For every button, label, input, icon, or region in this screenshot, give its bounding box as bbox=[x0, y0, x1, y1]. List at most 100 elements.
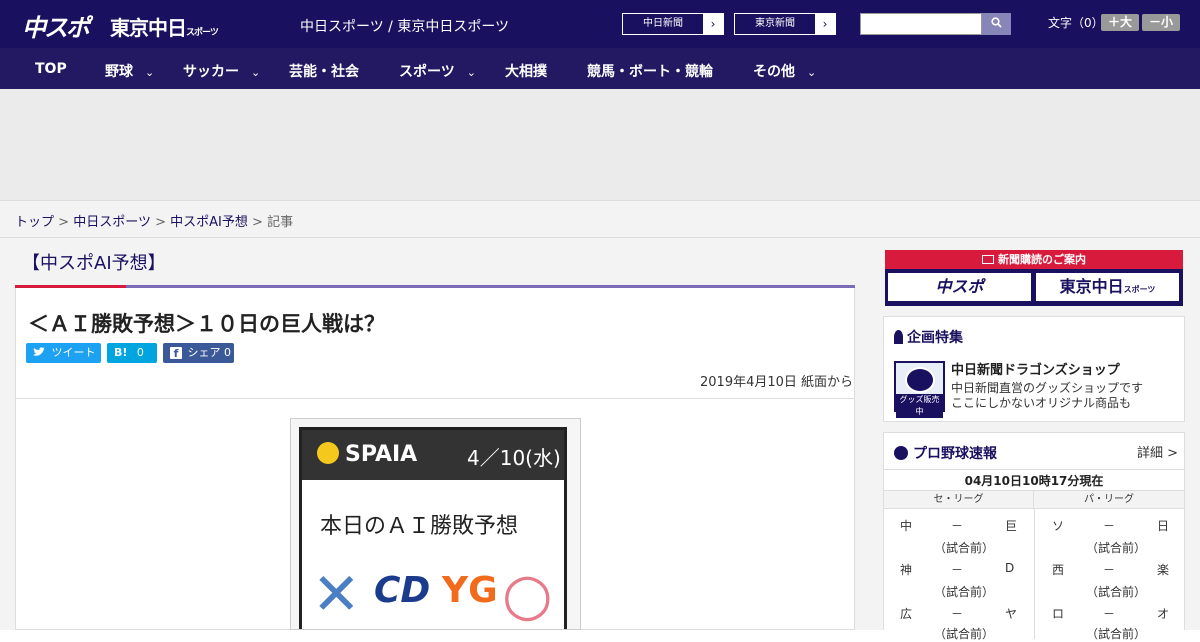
mascot-icon bbox=[904, 367, 935, 393]
dragons-shop-image[interactable]: グッズ販売中 bbox=[894, 361, 945, 418]
lose-mark-icon: ✕ bbox=[312, 560, 361, 628]
font-bigger-button[interactable]: ＋大 bbox=[1101, 14, 1139, 31]
shop-desc-line1: 中日新聞直営のグッズショップです bbox=[951, 381, 1144, 395]
chevron-right-icon: › bbox=[822, 17, 828, 31]
score-away: 巨 bbox=[1005, 519, 1018, 533]
spaia-brand: SPAIA bbox=[345, 442, 418, 467]
score-away: 日 bbox=[1157, 519, 1170, 533]
feature-heading-label: 企画特集 bbox=[907, 330, 963, 346]
nav-item-sports[interactable]: スポーツ ⌄ bbox=[399, 61, 476, 81]
subscribe-chuspo[interactable]: 中スポ bbox=[888, 273, 1031, 301]
score-away: D bbox=[1005, 561, 1015, 575]
nav-item-soccer[interactable]: サッカー ⌄ bbox=[183, 61, 260, 81]
feature-heading: 企画特集 bbox=[894, 327, 963, 347]
chuspo-logo[interactable]: 中スポ bbox=[22, 8, 90, 43]
shop-title[interactable]: 中日新聞ドラゴンズショップ bbox=[951, 359, 1120, 378]
nav-label: 競馬・ボート・競輪 bbox=[587, 64, 713, 80]
score-status: （試合前） bbox=[934, 541, 995, 555]
score-home: 西 bbox=[1052, 563, 1065, 577]
font-smaller-button[interactable]: －小 bbox=[1142, 14, 1180, 31]
nav-item-top[interactable]: TOP bbox=[35, 61, 67, 77]
breadcrumb: トップ > 中日スポーツ > 中スポAI予想 > 記事 bbox=[0, 200, 1200, 238]
chunichi-shimbun-button[interactable]: 中日新聞 › bbox=[622, 13, 724, 35]
tweet-button[interactable]: ツイート bbox=[26, 343, 101, 363]
breadcrumb-chunichi-sports[interactable]: 中日スポーツ bbox=[73, 215, 151, 230]
facebook-icon: f bbox=[170, 347, 182, 360]
score-home: ソ bbox=[1052, 519, 1065, 533]
score-status: （試合前） bbox=[1086, 585, 1147, 599]
site-links[interactable]: 中日スポーツ / 東京中日スポーツ bbox=[300, 16, 509, 36]
hatena-icon: B! bbox=[114, 346, 128, 359]
scores-heading: プロ野球速報 bbox=[894, 443, 997, 463]
section-accent-red bbox=[15, 285, 126, 288]
chevron-right-icon: › bbox=[710, 17, 716, 31]
breadcrumb-separator: > bbox=[155, 215, 166, 230]
breadcrumb-ai-prediction[interactable]: 中スポAI予想 bbox=[170, 215, 248, 230]
tweet-label: ツイート bbox=[51, 346, 96, 359]
article-divider bbox=[16, 398, 854, 399]
ad-area bbox=[0, 89, 1200, 200]
score-sep: － bbox=[1103, 607, 1116, 621]
nav-item-other[interactable]: その他 ⌄ bbox=[753, 61, 816, 81]
facebook-share-button[interactable]: f シェア 0 bbox=[163, 343, 234, 363]
tokyo-logo-text: 東京中日 bbox=[110, 16, 187, 40]
article-image[interactable]: SPAIA 4／10(水) 本日のＡＩ勝敗予想 ✕ CD YG ○ bbox=[290, 418, 581, 630]
twitter-bird-icon bbox=[33, 347, 45, 356]
baseball-icon bbox=[894, 446, 908, 460]
nav-item-sumo[interactable]: 大相撲 bbox=[505, 61, 547, 81]
spaia-banner: SPAIA 4／10(水) bbox=[302, 430, 564, 480]
tokyo-logo-small: スポーツ bbox=[186, 28, 219, 38]
feature-box: 企画特集 グッズ販売中 中日新聞ドラゴンズショップ 中日新聞直営のグッズショップ… bbox=[883, 316, 1185, 422]
score-home: 中 bbox=[900, 519, 913, 533]
ribbon-icon bbox=[894, 330, 903, 344]
scores-detail-link[interactable]: 詳細 > bbox=[1137, 442, 1178, 461]
chevron-down-icon: ⌄ bbox=[145, 66, 155, 79]
league-pacific: パ・リーグ bbox=[1034, 491, 1184, 509]
main-nav: TOP 野球 ⌄ サッカー ⌄ 芸能・社会 スポーツ ⌄ 大相撲 競馬・ボート・競輪 … bbox=[0, 48, 1200, 89]
nav-label: TOP bbox=[35, 61, 67, 77]
article-date: 2019年4月10日 紙面から bbox=[700, 375, 854, 390]
shop-desc-line2: ここにしかないオリジナル商品も bbox=[951, 396, 1132, 410]
score-away: オ bbox=[1157, 607, 1170, 621]
newspaper-icon bbox=[982, 255, 994, 264]
subscribe-tokyo-chunichi[interactable]: 東京中日スポーツ bbox=[1036, 273, 1179, 301]
score-status: （試合前） bbox=[934, 585, 995, 599]
section-title[interactable]: 【中スポAI予想】 bbox=[22, 249, 166, 275]
hatena-bookmark-button[interactable]: B! 0 bbox=[107, 343, 157, 363]
breadcrumb-separator: > bbox=[58, 215, 70, 230]
win-mark-icon: ○ bbox=[502, 560, 553, 628]
nav-item-racing[interactable]: 競馬・ボート・競輪 bbox=[587, 61, 713, 81]
score-sep: － bbox=[951, 519, 964, 533]
subscribe-tokyo-label: 東京中日 bbox=[1059, 277, 1124, 296]
pro-baseball-scores: プロ野球速報 詳細 > 04月10日10時17分現在 セ・リーグ パ・リーグ 中… bbox=[883, 432, 1185, 641]
score-status: （試合前） bbox=[1086, 627, 1147, 641]
facebook-share-label: シェア 0 bbox=[187, 346, 232, 359]
breadcrumb-separator: > bbox=[252, 215, 263, 230]
score-status: （試合前） bbox=[934, 627, 995, 641]
score-sep: － bbox=[951, 563, 964, 577]
search-input[interactable] bbox=[860, 13, 982, 35]
hatena-count: 0 bbox=[136, 346, 144, 359]
scores-updated: 04月10日10時17分現在 bbox=[884, 469, 1184, 491]
search-button[interactable] bbox=[982, 13, 1011, 35]
subscribe-tokyo-small: スポーツ bbox=[1123, 285, 1156, 294]
tokyo-chunichi-logo[interactable]: 東京中日スポーツ bbox=[110, 12, 219, 41]
breadcrumb-top[interactable]: トップ bbox=[15, 215, 54, 230]
nav-item-entertainment[interactable]: 芸能・社会 bbox=[289, 61, 359, 81]
league-central: セ・リーグ bbox=[884, 491, 1034, 509]
score-status: （試合前） bbox=[1086, 541, 1147, 555]
section-accent-purple bbox=[126, 285, 855, 288]
breadcrumb-current: 記事 bbox=[267, 215, 294, 230]
chevron-down-icon: ⌄ bbox=[807, 66, 817, 79]
league-divider bbox=[1034, 509, 1035, 639]
nav-label: 芸能・社会 bbox=[289, 64, 359, 80]
score-sep: － bbox=[1103, 563, 1116, 577]
giants-logo: YG bbox=[442, 570, 498, 611]
score-home: ロ bbox=[1052, 607, 1065, 621]
prediction-graphic: SPAIA 4／10(水) 本日のＡＩ勝敗予想 ✕ CD YG ○ bbox=[299, 427, 567, 629]
score-home: 神 bbox=[900, 563, 913, 577]
nav-label: サッカー bbox=[183, 64, 239, 80]
tokyo-shimbun-button[interactable]: 東京新聞 › bbox=[734, 13, 836, 35]
nav-item-baseball[interactable]: 野球 ⌄ bbox=[105, 61, 154, 81]
article-title: ＜ＡＩ勝敗予想＞１０日の巨人戦は？ bbox=[28, 312, 385, 336]
